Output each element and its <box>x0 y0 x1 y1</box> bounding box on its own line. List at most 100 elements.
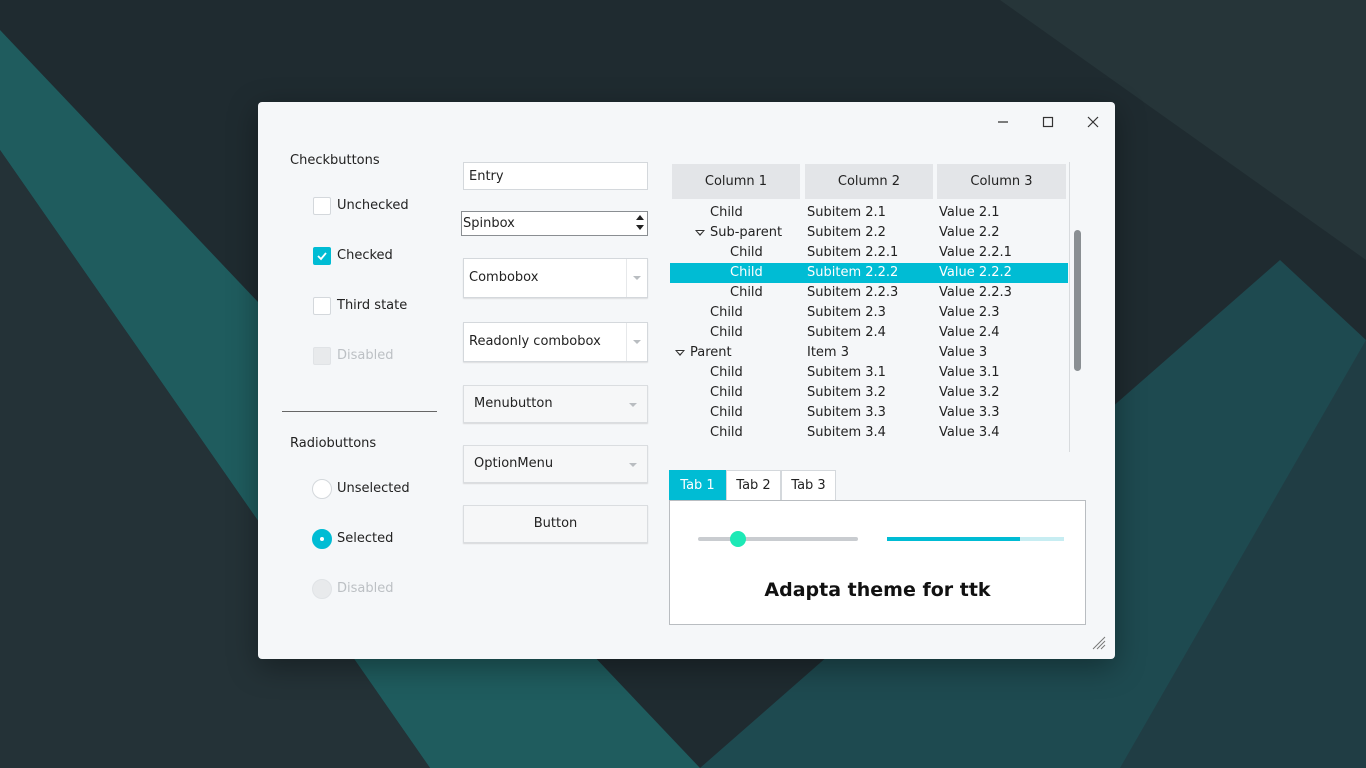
tree-cell-col3: Value 2.2 <box>939 225 1000 240</box>
tree-row[interactable]: Child Subitem 2.2.3 Value 2.2.3 <box>670 283 1068 303</box>
tree-cell-col2: Subitem 2.2.2 <box>807 265 899 280</box>
expand-triangle-icon[interactable] <box>675 350 685 356</box>
tree-scrollbar-track[interactable] <box>1069 162 1070 452</box>
tree-row[interactable]: Child Subitem 3.3 Value 3.3 <box>670 403 1068 423</box>
resize-grip-icon[interactable] <box>1091 635 1107 651</box>
tree-cell-col3: Value 2.3 <box>939 305 1000 320</box>
tree-cell-col2: Subitem 3.1 <box>807 365 886 380</box>
checkbox-disabled-label: Disabled <box>337 348 394 363</box>
column-header-1[interactable]: Column 1 <box>672 164 800 199</box>
tree-cell-col2: Item 3 <box>807 345 849 360</box>
tree-cell-col3: Value 2.2.1 <box>939 245 1012 260</box>
radio-selected-label: Selected <box>337 531 394 546</box>
tree-cell-col1: Sub-parent <box>710 225 783 240</box>
tree-cell-col3: Value 3.1 <box>939 365 1000 380</box>
tree-cell-col3: Value 3 <box>939 345 988 360</box>
tree-row[interactable]: Child Subitem 3.1 Value 3.1 <box>670 363 1068 383</box>
chevron-down-icon <box>629 403 637 407</box>
combobox-divider <box>626 259 627 297</box>
spinbox-arrows-icon[interactable] <box>634 213 646 233</box>
radio-disabled-label: Disabled <box>337 581 394 596</box>
tree-cell-col3: Value 2.2.3 <box>939 285 1012 300</box>
combobox[interactable]: Combobox <box>463 258 648 298</box>
expand-triangle-icon[interactable] <box>695 230 705 236</box>
tree-row[interactable]: Parent Item 3 Value 3 <box>670 343 1068 363</box>
tree-cell-col3: Value 2.4 <box>939 325 1000 340</box>
spinbox-value: Spinbox <box>463 216 515 231</box>
chevron-down-icon[interactable] <box>633 276 641 280</box>
tree-cell-col3: Value 3.3 <box>939 405 1000 420</box>
checkbox-third-state[interactable] <box>313 297 331 315</box>
minimize-button[interactable] <box>989 108 1017 136</box>
tree-cell-col1: Child <box>710 205 743 220</box>
progress-bar-fill <box>887 537 1020 541</box>
tab-panel: Adapta theme for ttk <box>669 500 1086 625</box>
checkbox-checked[interactable] <box>313 247 331 265</box>
spinbox-field[interactable]: Spinbox <box>461 211 648 236</box>
tree-row[interactable]: Child Subitem 3.2 Value 3.2 <box>670 383 1068 403</box>
tree-row[interactable]: Child Subitem 2.4 Value 2.4 <box>670 323 1068 343</box>
tab-1[interactable]: Tab 1 <box>669 470 726 500</box>
tab-2[interactable]: Tab 2 <box>726 470 781 500</box>
chevron-down-icon[interactable] <box>633 340 641 344</box>
checkbox-unchecked[interactable] <box>313 197 331 215</box>
tree-cell-col1: Child <box>730 245 763 260</box>
maximize-button[interactable] <box>1034 108 1062 136</box>
tree-scrollbar-thumb[interactable] <box>1074 230 1081 371</box>
column-header-3[interactable]: Column 3 <box>937 164 1066 199</box>
radiobuttons-title: Radiobuttons <box>290 436 377 451</box>
checkbox-third-state-label: Third state <box>337 298 408 313</box>
combobox-value: Combobox <box>469 270 539 285</box>
optionmenu-label: OptionMenu <box>474 456 554 471</box>
readonly-combobox-value: Readonly combobox <box>469 334 601 349</box>
tree-row[interactable]: Child Subitem 2.2.2 Value 2.2.2 <box>670 263 1068 283</box>
tree-cell-col3: Value 3.2 <box>939 385 1000 400</box>
column-header-2[interactable]: Column 2 <box>805 164 933 199</box>
tree-cell-col1: Parent <box>690 345 732 360</box>
tree-cell-col3: Value 2.1 <box>939 205 1000 220</box>
tree-cell-col2: Subitem 2.2.1 <box>807 245 899 260</box>
tab-3[interactable]: Tab 3 <box>781 470 836 500</box>
readonly-combobox-divider <box>626 323 627 361</box>
slider-thumb[interactable] <box>730 531 746 547</box>
tree-row[interactable]: Child Subitem 2.2.1 Value 2.2.1 <box>670 243 1068 263</box>
tree-cell-col1: Child <box>710 365 743 380</box>
scale-slider[interactable] <box>698 531 858 547</box>
checkbuttons-title: Checkbuttons <box>290 153 380 168</box>
tree-row[interactable]: Child Subitem 2.3 Value 2.3 <box>670 303 1068 323</box>
tree-cell-col3: Value 3.4 <box>939 425 1000 440</box>
tree-row[interactable]: Child Subitem 2.1 Value 2.1 <box>670 203 1068 223</box>
close-button[interactable] <box>1079 108 1107 136</box>
treeview[interactable]: Column 1 Column 2 Column 3 Child Subitem … <box>670 162 1070 452</box>
tree-cell-col2: Subitem 3.2 <box>807 385 886 400</box>
tree-cell-col2: Subitem 2.3 <box>807 305 886 320</box>
menubutton[interactable]: Menubutton <box>463 385 648 423</box>
button[interactable]: Button <box>463 505 648 543</box>
radio-selected[interactable] <box>312 529 332 549</box>
tree-cell-col2: Subitem 3.4 <box>807 425 886 440</box>
demo-window: Checkbuttons Unchecked Checked Third sta… <box>258 102 1115 659</box>
tree-row[interactable]: Child Subitem 3.4 Value 3.4 <box>670 423 1068 443</box>
tree-cell-col2: Subitem 2.2.3 <box>807 285 899 300</box>
entry-field[interactable]: Entry <box>463 162 648 190</box>
tree-cell-col1: Child <box>710 325 743 340</box>
optionmenu[interactable]: OptionMenu <box>463 445 648 483</box>
checkbox-checked-label: Checked <box>337 248 393 263</box>
tree-cell-col1: Child <box>710 405 743 420</box>
tree-row[interactable]: Sub-parent Subitem 2.2 Value 2.2 <box>670 223 1068 243</box>
progress-bar <box>887 537 1064 541</box>
tree-cell-col1: Child <box>710 305 743 320</box>
tree-cell-col1: Child <box>730 265 763 280</box>
group-separator <box>282 411 437 412</box>
checkmark-icon <box>317 252 327 261</box>
chevron-down-icon <box>629 463 637 467</box>
minimize-icon <box>998 121 1008 123</box>
radio-unselected-label: Unselected <box>337 481 410 496</box>
tree-cell-col2: Subitem 3.3 <box>807 405 886 420</box>
readonly-combobox[interactable]: Readonly combobox <box>463 322 648 362</box>
menubutton-label: Menubutton <box>474 396 553 411</box>
tree-cell-col1: Child <box>710 425 743 440</box>
maximize-icon <box>1042 116 1054 128</box>
button-label: Button <box>533 516 578 531</box>
radio-unselected[interactable] <box>312 479 332 499</box>
